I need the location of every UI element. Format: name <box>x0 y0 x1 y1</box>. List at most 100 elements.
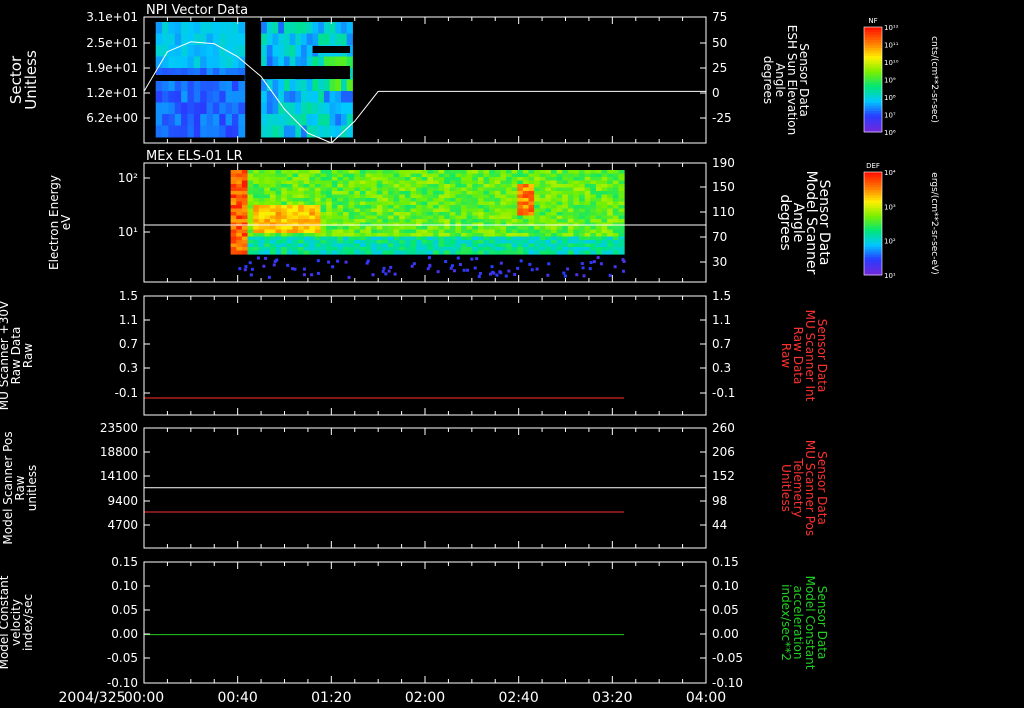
spectrogram-cell <box>269 243 277 248</box>
spectrogram-cell <box>236 236 243 241</box>
spectrogram-cell <box>461 208 468 213</box>
spectrogram-cell <box>343 191 350 196</box>
spectrogram-cell <box>466 194 473 199</box>
spectrogram-cell <box>584 250 591 255</box>
spectrogram-cell <box>371 215 378 220</box>
spectrogram-cell <box>511 191 518 196</box>
spectrogram-cell <box>388 233 395 238</box>
spectrogram-cell <box>590 215 597 220</box>
spectrogram-cell <box>382 184 389 189</box>
spectrogram-cell <box>298 212 305 217</box>
spectrogram-cell <box>371 208 378 213</box>
spectrogram-speck <box>466 268 470 272</box>
spectrogram-cell <box>500 229 507 234</box>
heatmap-cell <box>283 91 291 103</box>
spectrogram-cell <box>522 201 530 206</box>
spectrogram-cell <box>275 233 282 238</box>
spectrogram-cell <box>612 205 620 210</box>
heatmap-cell <box>200 79 208 92</box>
spectrogram-cell <box>511 184 518 189</box>
spectrogram-cell <box>410 191 417 196</box>
heatmap-cell <box>306 125 313 138</box>
spectrogram-cell <box>556 201 563 206</box>
spectrogram-cell <box>556 226 563 231</box>
spectrogram-cell <box>438 219 445 224</box>
spectrogram-cell <box>500 201 507 206</box>
spectrogram-cell <box>595 233 603 238</box>
spectrogram-cell <box>371 170 378 175</box>
spectrogram-cell <box>404 198 412 203</box>
spectrogram-cell <box>595 247 603 252</box>
spectrogram-cell <box>562 243 569 248</box>
colorbar-tag: DEF <box>866 162 880 170</box>
spectrogram-cell <box>550 187 558 192</box>
spectrogram-speck <box>244 265 248 269</box>
spectrogram-cell <box>534 240 541 245</box>
spectrogram-cell <box>326 208 333 213</box>
spectrogram-cell <box>438 226 445 231</box>
y-tick-label: 190 <box>712 156 735 170</box>
spectrogram-cell <box>416 184 423 189</box>
spectrogram-cell <box>309 177 316 182</box>
spectrogram-cell <box>427 247 434 252</box>
spectrogram-cell <box>562 219 569 224</box>
spectrogram-cell <box>376 247 383 252</box>
spectrogram-cell <box>539 191 546 196</box>
spectrogram-cell <box>258 198 265 203</box>
spectrogram-cell <box>343 201 350 206</box>
spectrogram-cell <box>320 208 327 213</box>
spectrogram-cell <box>438 191 445 196</box>
spectrogram-cell <box>601 177 608 182</box>
spectrogram-cell <box>489 250 496 255</box>
y-tick-label: -0.05 <box>107 651 138 665</box>
spectrogram-cell <box>562 184 569 189</box>
spectrogram-cell <box>539 208 546 213</box>
heatmap-cell <box>212 114 220 126</box>
spectrogram-cell <box>449 240 457 245</box>
chart-svg: NPI Vector Data3.1e+012.5e+011.9e+011.2e… <box>0 3 939 706</box>
spectrogram-cell <box>494 180 502 185</box>
spectrogram-cell <box>545 226 552 231</box>
spectrogram-cell <box>556 219 563 224</box>
spectrogram-cell <box>506 243 513 248</box>
spectrogram-cell <box>483 243 490 248</box>
spectrogram-cell <box>584 229 591 234</box>
spectrogram-speck <box>575 273 579 277</box>
heatmap-cell <box>225 102 233 115</box>
heatmap-cell <box>187 114 195 126</box>
spectrogram-cell <box>298 250 305 255</box>
spectrogram-cell <box>253 233 260 238</box>
spectrogram-cell <box>472 236 479 241</box>
heatmap-cell <box>335 125 342 138</box>
spectrogram-cell <box>511 180 518 185</box>
spectrogram-cell <box>528 233 535 238</box>
spectrogram-cell <box>281 191 288 196</box>
spectrogram-speck <box>490 265 494 269</box>
spectrogram-cell <box>472 250 479 255</box>
spectrogram-cell <box>348 180 355 185</box>
spectrogram-cell <box>326 194 333 199</box>
spectrogram-cell <box>432 240 440 245</box>
heatmap-cell <box>200 102 208 115</box>
spectrogram-cell <box>567 208 575 213</box>
spectrogram-cell <box>410 180 417 185</box>
time-tick-label: 00:40 <box>217 690 257 706</box>
spectrogram-cell <box>550 212 558 217</box>
spectrogram-cell <box>404 205 412 210</box>
spectrogram-cell <box>253 226 260 231</box>
spectrogram-cell <box>348 212 355 217</box>
spectrogram-cell <box>494 173 502 178</box>
spectrogram-cell <box>376 184 383 189</box>
spectrogram-cell <box>421 212 428 217</box>
spectrogram-cell <box>455 187 462 192</box>
spectrogram-speck <box>302 273 306 277</box>
spectrogram-cell <box>298 205 305 210</box>
y-tick-label: 110 <box>712 205 735 219</box>
spectrogram-cell <box>595 198 603 203</box>
spectrogram-cell <box>545 184 552 189</box>
y-tick-label: 0.15 <box>712 555 739 569</box>
spectrogram-cell <box>612 233 620 238</box>
heatmap-cell <box>231 79 239 92</box>
heatmap-cell <box>323 102 331 115</box>
spectrogram-cell <box>410 250 417 255</box>
